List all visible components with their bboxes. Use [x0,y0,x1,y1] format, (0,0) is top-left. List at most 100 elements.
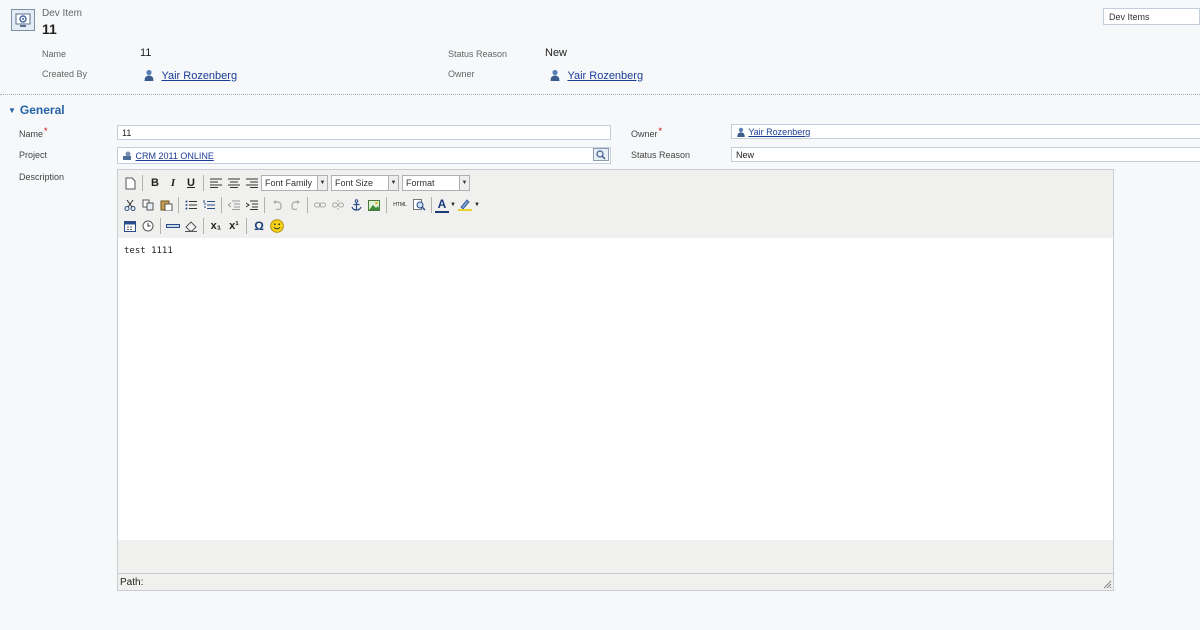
font-size-select[interactable]: Font Size ▼ [331,175,399,191]
editor-content-area[interactable]: test 1111 [118,238,1113,540]
chevron-down-icon: ▼ [388,176,398,190]
user-icon [144,69,154,81]
toolbar-separator [221,197,222,213]
redo-icon[interactable] [286,196,304,214]
emoticon-icon[interactable] [268,217,286,235]
section-title-text: General [19,103,65,117]
owner-link[interactable]: Yair Rozenberg [567,70,643,82]
project-lookup-field[interactable]: CRM 2011 ONLINE [117,147,611,164]
name-input-value: 11 [122,128,132,138]
general-section-title[interactable]: ▼ General [8,103,65,117]
indent-icon[interactable] [243,196,261,214]
view-selector-value: Dev Items [1109,12,1150,22]
bold-icon[interactable]: B [146,174,164,192]
italic-icon[interactable]: I [164,174,182,192]
new-document-icon[interactable] [121,174,139,192]
insert-date-icon[interactable] [121,217,139,235]
paste-icon[interactable] [157,196,175,214]
header-created-by: Yair Rozenberg [143,66,237,84]
align-center-icon[interactable] [225,174,243,192]
align-left-icon[interactable] [207,174,225,192]
remove-format-icon[interactable] [182,217,200,235]
format-select[interactable]: Format ▼ [402,175,470,191]
entity-type-label: Dev Item [42,8,83,19]
header-owner: Yair Rozenberg [549,66,643,84]
chevron-down-icon[interactable]: ▼ [449,196,457,214]
collapse-triangle-icon: ▼ [8,106,16,115]
name-input[interactable]: 11 [117,125,611,140]
view-selector-dropdown[interactable]: Dev Items [1103,8,1200,25]
resize-grip-icon[interactable] [1103,580,1112,589]
outdent-icon[interactable] [225,196,243,214]
toolbar-row-3: x₁ x¹ Ω [121,216,286,236]
project-link[interactable]: CRM 2011 ONLINE [136,151,214,161]
status-reason-value: New [736,150,755,160]
superscript-icon[interactable]: x¹ [225,217,243,235]
bullet-list-icon[interactable] [182,196,200,214]
toolbar-separator [178,197,179,213]
image-icon[interactable] [365,196,383,214]
toolbar-row-1: B I U Font Family ▼ Font Size ▼ Format ▼ [121,173,473,193]
toolbar-separator [246,218,247,234]
created-by-link[interactable]: Yair Rozenberg [161,70,237,82]
horizontal-rule-icon[interactable] [164,217,182,235]
numbered-list-icon[interactable] [200,196,218,214]
font-family-value: Font Family [265,178,313,188]
project-record-icon [123,151,131,160]
font-color-icon[interactable]: A [435,197,449,213]
toolbar-separator [142,175,143,191]
editor-path-bar: Path: [118,573,1113,590]
editor-toolbar: B I U Font Family ▼ Font Size ▼ Format ▼ [118,170,1113,239]
link-icon[interactable] [311,196,329,214]
copy-icon[interactable] [139,196,157,214]
name-label-text: Name [19,129,44,139]
toolbar-separator [307,197,308,213]
required-marker: * [44,126,48,136]
html-icon[interactable]: HTML [390,196,410,214]
path-label: Path: [120,577,144,588]
chevron-down-icon: ▼ [459,176,469,190]
special-char-icon[interactable]: Ω [250,217,268,235]
align-right-icon[interactable] [243,174,261,192]
toolbar-separator [431,197,432,213]
project-label: Project [19,150,48,160]
user-icon [737,127,745,137]
record-title: 11 [42,21,57,37]
unlink-icon[interactable] [329,196,347,214]
dev-item-entity-icon [11,9,35,31]
undo-icon[interactable] [268,196,286,214]
chevron-down-icon[interactable]: ▼ [473,196,481,214]
header-owner-label: Owner [448,69,475,79]
editor-content-text: test 1111 [124,246,173,256]
owner-label-text: Owner [631,129,658,139]
toolbar-separator [203,175,204,191]
owner-label: Owner* [631,126,662,139]
record-header: Dev Item 11 Name 11 Created By Yair Roze… [0,0,1200,95]
subscript-icon[interactable]: x₁ [207,217,225,235]
owner-lookup-field[interactable]: Yair Rozenberg [731,124,1200,139]
header-created-by-label: Created By [42,69,88,79]
anchor-icon[interactable] [347,196,365,214]
highlight-color-icon[interactable] [457,196,473,214]
cut-icon[interactable] [121,196,139,214]
insert-time-icon[interactable] [139,217,157,235]
toolbar-separator [264,197,265,213]
status-reason-select[interactable]: New [731,147,1200,162]
search-replace-icon[interactable] [410,196,428,214]
lookup-search-icon[interactable] [593,148,609,161]
header-status-reason-label: Status Reason [448,49,508,59]
header-name-label: Name [42,49,67,59]
header-name-value: 11 [140,47,152,59]
owner-field-link[interactable]: Yair Rozenberg [748,127,810,137]
header-status-reason-value: New [545,47,568,59]
underline-icon[interactable]: U [182,174,200,192]
required-marker: * [658,126,663,136]
chevron-down-icon: ▼ [317,176,327,190]
status-reason-label: Status Reason [631,150,691,160]
font-size-value: Font Size [335,178,374,188]
user-icon [550,69,560,81]
name-label: Name* [19,126,48,139]
description-editor: B I U Font Family ▼ Font Size ▼ Format ▼ [117,169,1114,591]
font-family-select[interactable]: Font Family ▼ [261,175,328,191]
toolbar-row-2: HTML A ▼ ▼ [121,195,481,215]
